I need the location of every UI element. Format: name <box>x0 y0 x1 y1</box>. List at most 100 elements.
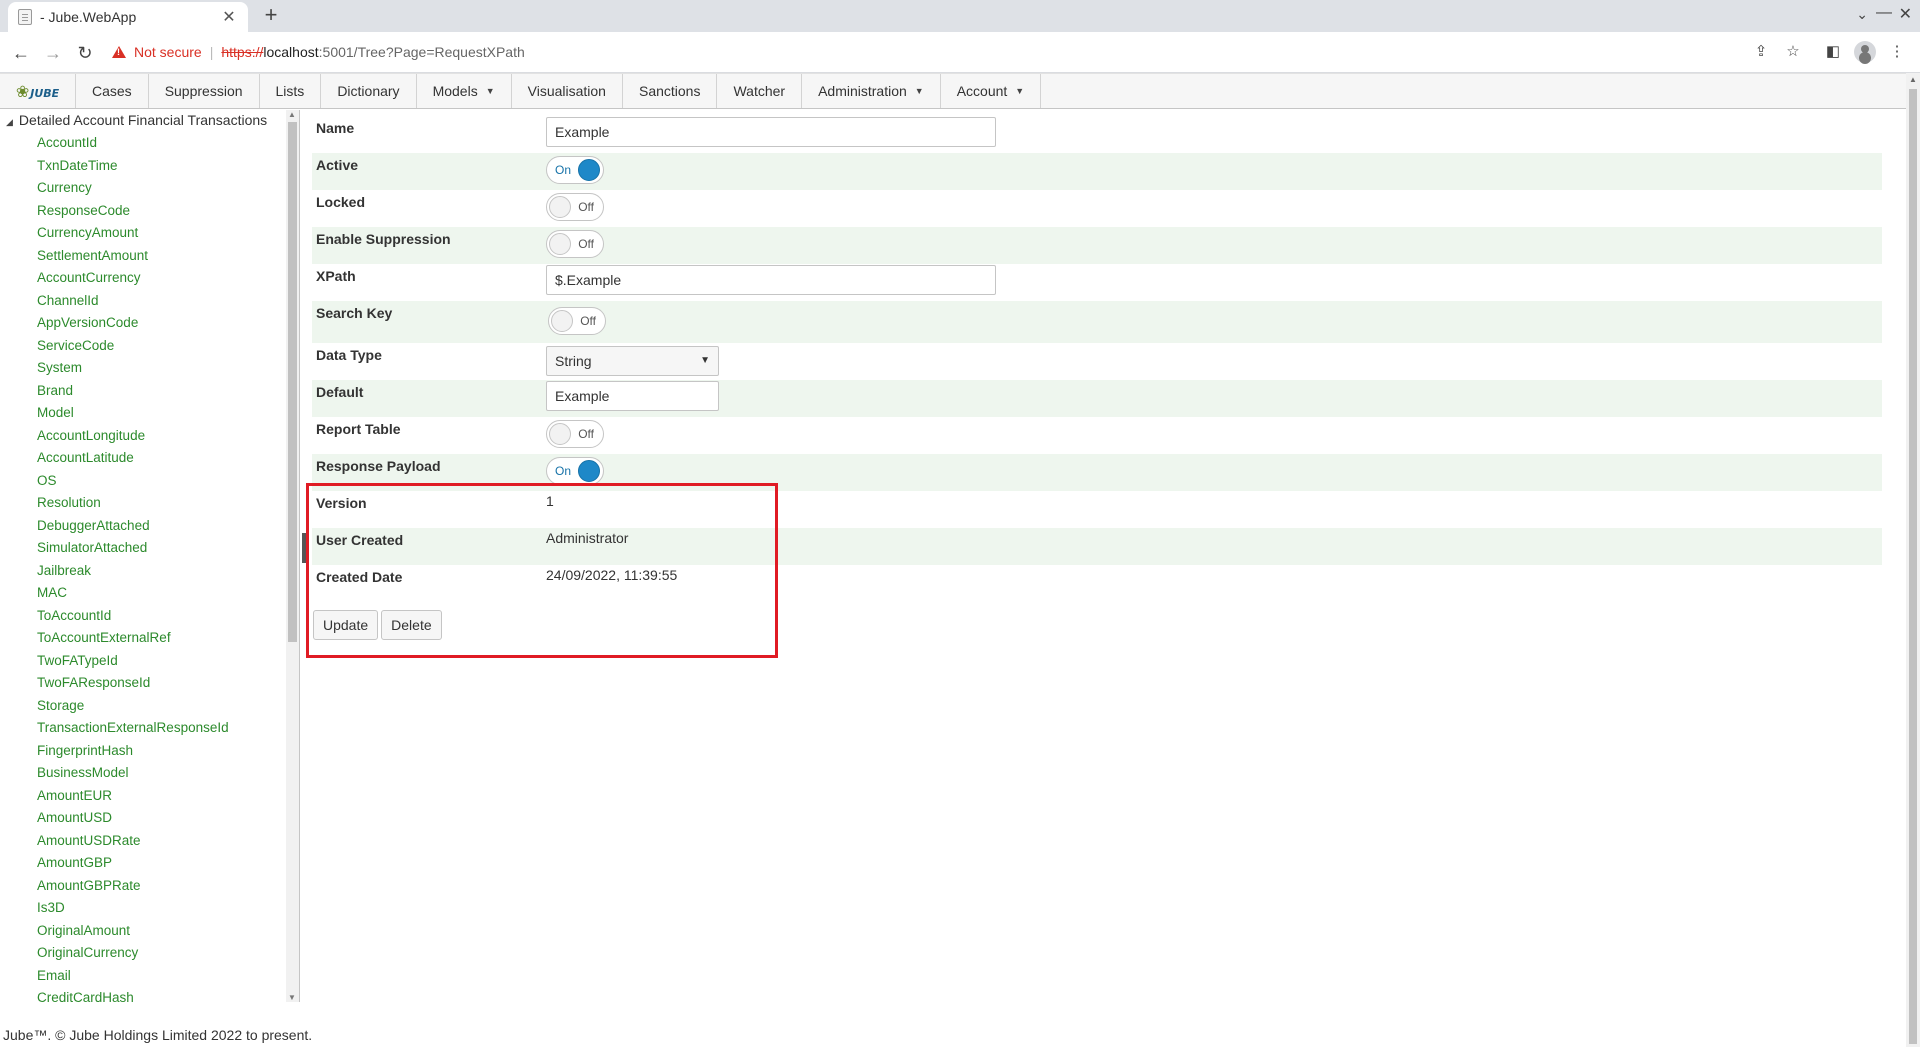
nav-watcher[interactable]: Watcher <box>717 74 803 108</box>
nav-visualisation[interactable]: Visualisation <box>512 74 623 108</box>
data-type-select[interactable]: String ▼ <box>546 346 719 376</box>
close-tab-icon[interactable]: ✕ <box>220 7 238 27</box>
tree-item[interactable]: OriginalAmount <box>37 920 229 943</box>
tree-item[interactable]: AccountLongitude <box>37 425 229 448</box>
response-payload-toggle[interactable]: On <box>546 457 604 485</box>
scroll-up-icon[interactable]: ▲ <box>1909 75 1917 84</box>
caret-down-icon: ▼ <box>485 86 495 96</box>
tree-item[interactable]: Email <box>37 965 229 988</box>
tree-item[interactable]: FingerprintHash <box>37 740 229 763</box>
bookmark-star-icon[interactable]: ☆ <box>1782 41 1804 63</box>
tree-item[interactable]: BusinessModel <box>37 762 229 785</box>
page-icon <box>18 9 32 25</box>
not-secure-label[interactable]: Not secure <box>134 44 202 60</box>
nav-account[interactable]: Account ▼ <box>941 74 1042 108</box>
tab-search-icon[interactable]: ⌄ <box>1856 6 1868 23</box>
tree-item[interactable]: Jailbreak <box>37 560 229 583</box>
nav-cases[interactable]: Cases <box>76 74 149 108</box>
tree-item[interactable]: SettlementAmount <box>37 245 229 268</box>
tree-item[interactable]: OS <box>37 470 229 493</box>
request-xpath-tree: ◢ Detailed Account Financial Transactions… <box>0 110 300 1002</box>
address-bar[interactable]: Not secure | https:// localhost :5001/Tr… <box>112 37 1772 67</box>
tree-item[interactable]: AccountCurrency <box>37 267 229 290</box>
side-panel-icon[interactable]: ◧ <box>1822 41 1844 63</box>
enable-suppression-row: Enable Suppression Off <box>312 227 1882 264</box>
omnibox-separator: | <box>209 44 214 60</box>
collapse-triangle-icon[interactable]: ◢ <box>6 117 13 128</box>
name-row: Name Example <box>312 116 1882 153</box>
window-close-icon[interactable]: ✕ <box>1899 4 1912 24</box>
name-input[interactable]: Example <box>546 117 996 147</box>
scroll-up-icon[interactable]: ▲ <box>288 110 296 119</box>
tree-item[interactable]: Model <box>37 402 229 425</box>
new-tab-button[interactable]: + <box>258 3 284 29</box>
reload-icon[interactable]: ↻ <box>72 40 98 66</box>
back-arrow-icon[interactable]: ← <box>8 40 34 66</box>
logo-text: JUBE <box>16 82 59 101</box>
nav-models[interactable]: Models ▼ <box>417 74 512 108</box>
nav-dictionary[interactable]: Dictionary <box>321 74 417 108</box>
toggle-knob <box>551 310 573 332</box>
tree-item[interactable]: TransactionExternalResponseId <box>37 717 229 740</box>
tree-item[interactable]: AmountEUR <box>37 785 229 808</box>
tree-item[interactable]: Resolution <box>37 492 229 515</box>
tab-title: - Jube.WebApp <box>40 9 137 25</box>
tree-item[interactable]: ServiceCode <box>37 335 229 358</box>
tree-item[interactable]: AmountUSDRate <box>37 830 229 853</box>
tree-item[interactable]: AccountLatitude <box>37 447 229 470</box>
default-input[interactable]: Example <box>546 381 719 411</box>
tree-item[interactable]: MAC <box>37 582 229 605</box>
tree-item[interactable]: Storage <box>37 695 229 718</box>
tree-item[interactable]: CurrencyAmount <box>37 222 229 245</box>
tree-item[interactable]: AmountUSD <box>37 807 229 830</box>
browser-menu-icon[interactable]: ⋮ <box>1886 41 1908 63</box>
minimize-icon[interactable]: — <box>1876 4 1892 22</box>
tree-item[interactable]: TxnDateTime <box>37 155 229 178</box>
highlight-box <box>306 483 778 658</box>
tree-item[interactable]: AmountGBPRate <box>37 875 229 898</box>
locked-toggle[interactable]: Off <box>546 193 604 221</box>
browser-tab[interactable]: - Jube.WebApp ✕ <box>8 2 248 32</box>
profile-avatar-icon[interactable] <box>1854 41 1876 63</box>
enable-suppression-toggle[interactable]: Off <box>546 230 604 258</box>
tree-item[interactable]: ToAccountId <box>37 605 229 628</box>
tree-item[interactable]: TwoFAResponseId <box>37 672 229 695</box>
active-toggle[interactable]: On <box>546 156 604 184</box>
tree-item[interactable]: AppVersionCode <box>37 312 229 335</box>
tree-item[interactable]: System <box>37 357 229 380</box>
tree-item[interactable]: Is3D <box>37 897 229 920</box>
tree-item[interactable]: ResponseCode <box>37 200 229 223</box>
toggle-state: Off <box>578 200 594 214</box>
tree-scrollbar[interactable]: ▲ ▼ <box>286 110 299 1002</box>
tree-item[interactable]: AmountGBP <box>37 852 229 875</box>
scroll-down-icon[interactable]: ▼ <box>288 993 296 1002</box>
nav-sanctions[interactable]: Sanctions <box>623 74 718 108</box>
jube-logo[interactable]: JUBE <box>0 74 76 108</box>
nav-suppression[interactable]: Suppression <box>149 74 260 108</box>
tree-item[interactable]: Currency <box>37 177 229 200</box>
report-table-toggle[interactable]: Off <box>546 420 604 448</box>
tree-item[interactable]: OriginalCurrency <box>37 942 229 965</box>
browser-tab-strip: - Jube.WebApp ✕ + ⌄ — ✕ <box>0 0 1920 32</box>
tree-item[interactable]: AccountId <box>37 132 229 155</box>
tree-item[interactable]: SimulatorAttached <box>37 537 229 560</box>
share-icon[interactable]: ⇪ <box>1750 41 1772 63</box>
tree-item[interactable]: ToAccountExternalRef <box>37 627 229 650</box>
nav-sanctions-label: Sanctions <box>638 83 701 99</box>
search-key-toggle[interactable]: Off <box>548 307 606 335</box>
default-label: Default <box>316 384 364 400</box>
locked-row: Locked Off <box>312 190 1882 227</box>
page-scrollbar[interactable]: ▲ <box>1906 73 1920 1047</box>
tree-item[interactable]: ChannelId <box>37 290 229 313</box>
tree-scroll-thumb[interactable] <box>288 122 297 642</box>
nav-lists[interactable]: Lists <box>260 74 322 108</box>
page-scroll-thumb[interactable] <box>1909 89 1917 1044</box>
xpath-input[interactable]: $.Example <box>546 265 996 295</box>
tree-item[interactable]: CreditCardHash <box>37 987 229 1002</box>
tree-item[interactable]: DebuggerAttached <box>37 515 229 538</box>
tree-root-node[interactable]: ◢ Detailed Account Financial Transactions <box>6 112 267 128</box>
nav-administration[interactable]: Administration ▼ <box>802 74 941 108</box>
forward-arrow-icon[interactable]: → <box>40 40 66 66</box>
tree-item[interactable]: TwoFATypeId <box>37 650 229 673</box>
tree-item[interactable]: Brand <box>37 380 229 403</box>
